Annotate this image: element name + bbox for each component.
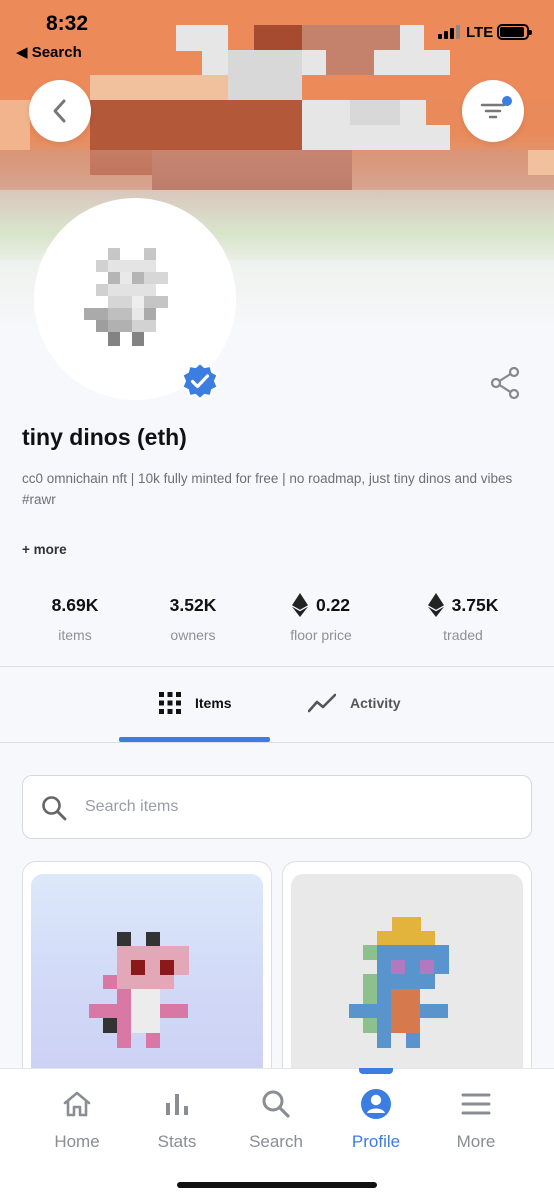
- tab-activity[interactable]: Activity: [308, 688, 401, 718]
- verified-badge-icon: [181, 362, 219, 400]
- nav-more[interactable]: More: [426, 1087, 526, 1152]
- nav-profile[interactable]: Profile: [326, 1087, 426, 1152]
- item-card[interactable]: [282, 861, 532, 1091]
- status-time: 8:32: [46, 12, 89, 35]
- stat-label: floor price: [290, 627, 352, 643]
- network-label: LTE: [466, 24, 494, 41]
- divider: [0, 666, 554, 667]
- stat-label: traded: [443, 627, 483, 643]
- divider: [0, 742, 554, 743]
- status-bar: 8:32 ◀ Search LTE: [0, 0, 554, 70]
- filter-active-dot: [502, 96, 512, 106]
- stat-value: 0.22: [315, 594, 351, 615]
- active-nav-indicator: [359, 1068, 393, 1074]
- nav-label: Home: [54, 1132, 100, 1151]
- bottom-navigation: Home Stats Search Profile More: [0, 1068, 554, 1200]
- nav-home[interactable]: Home: [27, 1087, 127, 1152]
- search-items-box[interactable]: [22, 775, 532, 839]
- nav-label: Search: [249, 1132, 303, 1151]
- collection-description: cc0 omnichain nft | 10k fully minted for…: [22, 471, 513, 507]
- chevron-left-icon: [53, 99, 66, 123]
- nav-stats[interactable]: Stats: [127, 1087, 227, 1152]
- back-button[interactable]: [29, 80, 91, 142]
- signal-icon: [438, 25, 460, 39]
- ethereum-icon: [427, 593, 444, 617]
- more-link[interactable]: + more: [22, 542, 67, 557]
- nav-label: Stats: [157, 1132, 197, 1151]
- search-input[interactable]: [85, 790, 505, 824]
- menu-icon: [461, 1093, 491, 1115]
- filter-button[interactable]: [462, 80, 524, 142]
- profile-icon: [361, 1089, 391, 1119]
- stat-value: 3.52K: [169, 594, 217, 615]
- stat-value: 3.75K: [451, 594, 499, 615]
- stat-owners: 3.52K owners: [148, 592, 238, 644]
- stat-label: items: [58, 627, 92, 643]
- home-icon: [63, 1091, 91, 1117]
- battery-icon: [497, 24, 532, 40]
- ethereum-icon: [291, 593, 308, 617]
- item-image: [31, 874, 263, 1090]
- tab-label: Items: [195, 695, 232, 711]
- nav-label: More: [456, 1132, 496, 1151]
- home-indicator[interactable]: [177, 1182, 377, 1188]
- nav-label: Profile: [351, 1132, 401, 1151]
- back-to-search-link[interactable]: ◀ Search: [16, 43, 82, 61]
- tab-label: Activity: [350, 695, 401, 711]
- chart-line-icon: [308, 693, 336, 713]
- stat-traded: 3.75K traded: [412, 592, 514, 643]
- search-icon: [42, 796, 67, 821]
- tab-items[interactable]: Items: [159, 688, 232, 718]
- search-icon: [262, 1090, 290, 1118]
- nav-search[interactable]: Search: [226, 1087, 326, 1152]
- stat-items: 8.69K items: [30, 592, 120, 644]
- stat-value: 8.69K: [51, 594, 99, 615]
- collection-title: tiny dinos (eth): [22, 424, 187, 450]
- bar-chart-icon: [166, 1094, 188, 1115]
- stat-floor-price: 0.22 floor price: [270, 592, 372, 643]
- stat-label: owners: [170, 627, 216, 643]
- share-icon[interactable]: [490, 366, 522, 400]
- item-card[interactable]: [22, 861, 272, 1091]
- grid-icon: [159, 692, 181, 714]
- item-image: [291, 874, 523, 1090]
